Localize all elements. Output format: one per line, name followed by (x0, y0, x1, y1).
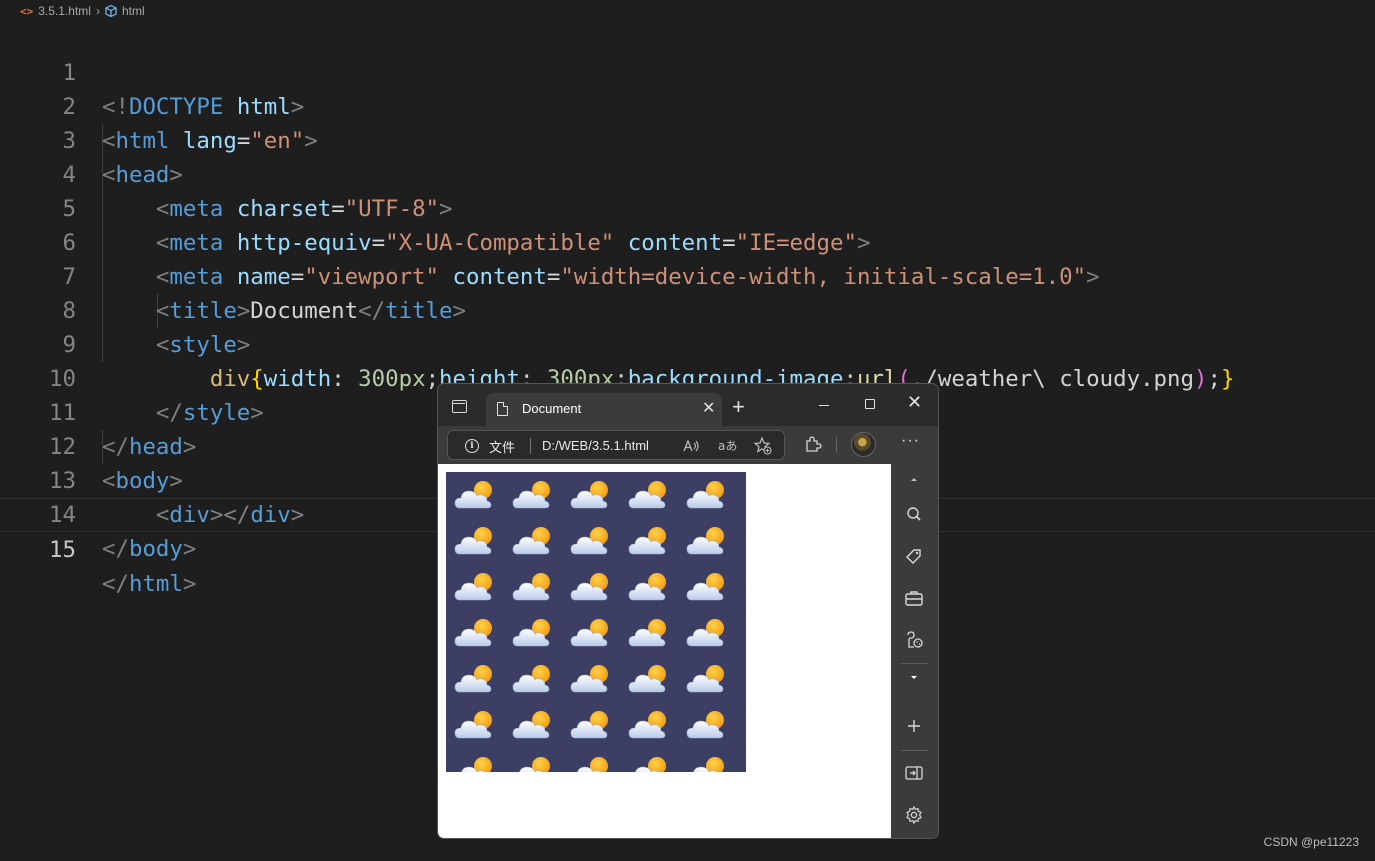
browser-window: Document ✕ + ✕ i 文件 D:/WEB/3.5.1.html aあ (437, 383, 939, 839)
browser-toolbar: i 文件 D:/WEB/3.5.1.html aあ ··· (438, 426, 938, 464)
address-url[interactable]: D:/WEB/3.5.1.html (542, 438, 649, 453)
more-options-icon[interactable]: ··· (901, 432, 920, 450)
weather-cloudy-icon (512, 478, 570, 524)
weather-cloudy-icon (686, 524, 744, 570)
weather-cloudy-icon (454, 662, 512, 708)
weather-cloudy-icon (570, 524, 628, 570)
weather-cloudy-icon (570, 662, 628, 708)
weather-cloudy-icon (512, 570, 570, 616)
address-label: 文件 (489, 441, 516, 456)
code-line: 10 </style> (0, 328, 1375, 426)
read-aloud-icon[interactable] (682, 437, 700, 455)
weather-cloudy-icon (628, 478, 686, 524)
weather-cloudy-icon (454, 616, 512, 662)
address-bar[interactable]: i 文件 D:/WEB/3.5.1.html aあ (447, 430, 785, 460)
weather-cloudy-icon (454, 754, 512, 772)
weather-cloudy-icon (512, 662, 570, 708)
divider (836, 437, 837, 453)
tab-document[interactable]: Document ✕ (486, 393, 722, 426)
weather-cloudy-icon (512, 524, 570, 570)
toolbox-icon[interactable] (903, 587, 925, 609)
scroll-up-icon[interactable] (903, 468, 925, 490)
weather-cloudy-icon (512, 616, 570, 662)
watermark: CSDN @pe11223 (1263, 835, 1359, 849)
page-icon (497, 402, 508, 416)
weather-cloudy-icon (570, 570, 628, 616)
code-line: 7 <title>Document</title> (0, 226, 1375, 324)
profile-avatar[interactable] (851, 432, 876, 457)
code-line: 8 <style> (0, 260, 1375, 358)
weather-cloudy-icon (454, 708, 512, 754)
weather-cloudy-icon (686, 616, 744, 662)
extensions-icon[interactable] (804, 435, 822, 453)
translate-icon[interactable]: aあ (717, 437, 737, 455)
weather-cloudy-icon (454, 524, 512, 570)
html-file-icon: <> (20, 4, 34, 18)
page-viewport[interactable] (438, 464, 891, 838)
info-icon[interactable]: i (465, 439, 479, 453)
weather-cloudy-icon (512, 708, 570, 754)
hide-sidebar-icon[interactable] (903, 762, 925, 784)
tab-title: Document (522, 401, 582, 416)
cube-icon (105, 4, 117, 18)
settings-icon[interactable] (903, 804, 925, 826)
weather-cloudy-icon (686, 662, 744, 708)
weather-cloudy-icon (454, 570, 512, 616)
breadcrumb-symbol[interactable]: html (122, 4, 145, 18)
search-icon[interactable] (903, 503, 925, 525)
close-tab-icon[interactable]: ✕ (702, 398, 715, 418)
add-favorite-icon[interactable] (753, 436, 773, 456)
svg-text:aあ: aあ (718, 439, 737, 453)
weather-cloudy-icon (686, 754, 744, 772)
weather-cloudy-icon (628, 524, 686, 570)
new-tab-icon[interactable]: + (732, 394, 745, 420)
games-icon[interactable] (903, 629, 925, 651)
weather-cloudy-icon (628, 662, 686, 708)
close-window-icon[interactable]: ✕ (907, 392, 922, 413)
line-number: 15 (49, 537, 76, 563)
scroll-down-icon[interactable] (903, 667, 925, 689)
weather-background-div (446, 472, 746, 772)
code-line: 4 <meta charset="UTF-8"> (0, 124, 1375, 222)
code-line: 2 <html lang="en"> (0, 56, 1375, 154)
weather-cloudy-icon (570, 616, 628, 662)
add-icon[interactable] (903, 715, 925, 737)
weather-cloudy-icon (628, 570, 686, 616)
minimize-icon[interactable] (819, 405, 829, 406)
weather-cloudy-icon (570, 478, 628, 524)
weather-cloudy-icon (628, 616, 686, 662)
weather-cloudy-icon (570, 708, 628, 754)
weather-cloudy-icon (686, 570, 744, 616)
chevron-right-icon: › (95, 4, 100, 18)
weather-cloudy-icon (686, 478, 744, 524)
divider (901, 663, 928, 664)
divider (530, 438, 531, 454)
breadcrumb: <> 3.5.1.html › html (0, 0, 1375, 22)
breadcrumb-file[interactable]: 3.5.1.html (38, 4, 91, 18)
browser-sidebar (891, 464, 938, 838)
title-bar: Document ✕ + ✕ (438, 384, 938, 426)
divider (901, 750, 928, 751)
code-line: 3 <head> (0, 90, 1375, 188)
weather-cloudy-icon (512, 754, 570, 772)
tag-icon[interactable] (903, 545, 925, 567)
code-line: 5 <meta http-equiv="X-UA-Compatible" con… (0, 158, 1375, 256)
weather-cloudy-icon (454, 478, 512, 524)
code-line: 1 <!DOCTYPE html> (0, 22, 1375, 120)
code-line: 6 <meta name="viewport" content="width=d… (0, 192, 1375, 290)
code-line: 9 div{width: 300px;height: 300px;backgro… (0, 294, 1375, 392)
weather-cloudy-icon (628, 708, 686, 754)
maximize-icon[interactable] (865, 399, 875, 409)
weather-cloudy-icon (570, 754, 628, 772)
weather-cloudy-icon (628, 754, 686, 772)
tab-actions-icon[interactable] (452, 400, 467, 413)
weather-cloudy-icon (686, 708, 744, 754)
